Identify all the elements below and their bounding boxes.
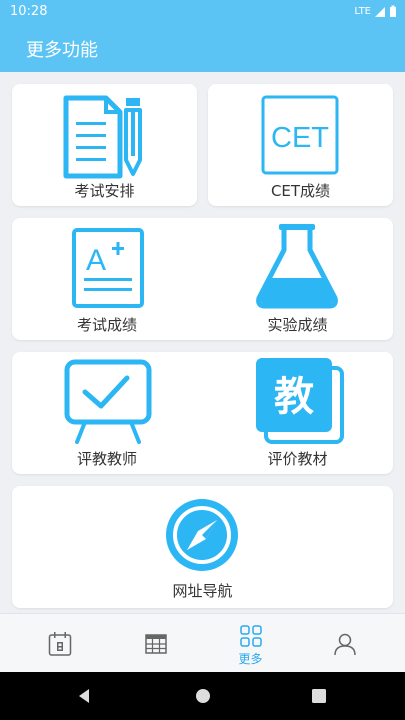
nav-item-table[interactable]: [105, 614, 206, 673]
tile-evaluate-textbook[interactable]: 教 评价教材: [202, 352, 393, 474]
tile-exam-score[interactable]: A 考试成绩: [12, 218, 202, 340]
tile-label: 实验成绩: [267, 316, 328, 334]
page-title: 更多功能: [26, 40, 98, 61]
grid-icon: [240, 625, 262, 647]
tile-cet-score[interactable]: CET CET成绩: [208, 84, 393, 206]
card-row-3: 评教教师 教 评价教材: [12, 352, 393, 474]
tile-label: 考试安排: [74, 182, 135, 200]
tile-lab-score[interactable]: 实验成绩: [202, 218, 393, 340]
nav-item-schedule[interactable]: [10, 614, 111, 673]
status-bar: 10:28 LTE: [0, 0, 405, 24]
calendar-icon: [48, 632, 72, 656]
tile-label: 考试成绩: [76, 316, 137, 334]
grade-sheet-icon: A: [72, 228, 144, 308]
app-bar: 更多功能: [0, 24, 405, 72]
tile-label: CET成绩: [270, 182, 331, 200]
tile-label: 网址导航: [172, 582, 233, 600]
recents-icon[interactable]: [312, 689, 326, 703]
function-grid: 考试安排 CET CET成绩 A 考试成绩 实验成绩 评教教师 教 评价教材 网…: [0, 72, 405, 613]
whiteboard-check-icon: [64, 359, 152, 444]
tile-exam-schedule[interactable]: 考试安排: [12, 84, 197, 206]
flask-icon: [256, 224, 338, 309]
tile-url-nav[interactable]: 网址导航: [12, 486, 393, 608]
svg-text:教: 教: [274, 374, 314, 420]
nav-item-profile[interactable]: [295, 614, 396, 673]
signal-icon: [375, 6, 385, 17]
table-icon: [145, 634, 167, 654]
cet-icon: CET: [261, 95, 339, 175]
nav-label-more: 更多: [238, 652, 263, 666]
system-nav-bar: [0, 672, 405, 720]
svg-text:CET: CET: [271, 122, 329, 154]
tile-evaluate-teaching[interactable]: 评教教师: [12, 352, 202, 474]
card-cet-score[interactable]: CET CET成绩: [208, 84, 393, 206]
tile-label: 评价教材: [267, 450, 328, 468]
home-icon[interactable]: [195, 688, 211, 704]
status-icons: LTE: [354, 5, 397, 18]
compass-icon: [166, 499, 238, 571]
user-icon: [334, 633, 356, 656]
nav-item-more[interactable]: 更多: [200, 614, 301, 673]
document-pencil-icon: [63, 95, 142, 179]
card-url-nav[interactable]: 网址导航: [12, 486, 393, 608]
card-exam-schedule[interactable]: 考试安排: [12, 84, 197, 206]
status-time: 10:28: [10, 4, 48, 19]
textbook-icon: 教: [256, 358, 344, 444]
tile-label: 评教教师: [76, 450, 137, 468]
svg-text:A: A: [86, 244, 106, 277]
network-type: LTE: [354, 6, 371, 17]
back-icon[interactable]: [77, 688, 91, 704]
bottom-nav: 更多: [0, 613, 405, 672]
battery-icon: [390, 5, 396, 17]
card-row-2: A 考试成绩 实验成绩: [12, 218, 393, 340]
